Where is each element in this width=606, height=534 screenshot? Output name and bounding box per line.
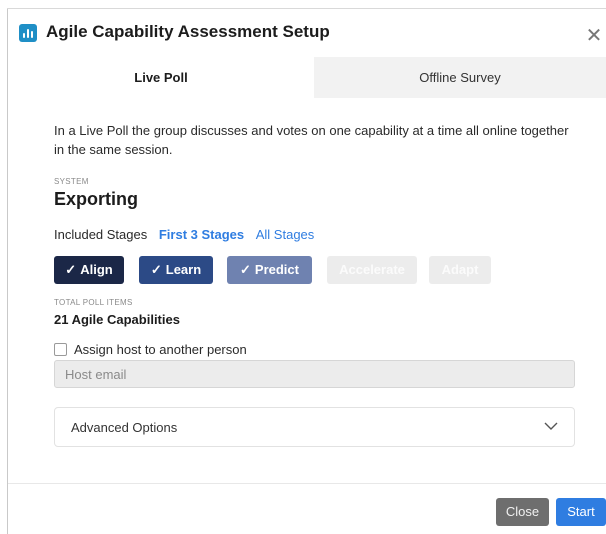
chevron-down-icon [544,422,558,430]
included-stages-row: Included Stages First 3 Stages All Stage… [54,227,314,242]
footer-divider [8,483,606,484]
stage-learn-button[interactable]: ✓ Learn [139,256,213,284]
stage-predict-button[interactable]: ✓ Predict [227,256,312,284]
tab-offline-survey[interactable]: Offline Survey [314,57,606,98]
stage-learn-label: Learn [165,262,202,277]
stage-align-button[interactable]: ✓ Align [54,256,124,284]
close-button[interactable]: Close [496,498,549,526]
stage-align-label: Align [80,262,113,277]
check-icon: ✓ [240,262,251,277]
tab-live-poll[interactable]: Live Poll [8,57,314,98]
check-icon: ✓ [65,262,77,277]
dialog-title: Agile Capability Assessment Setup [46,22,330,41]
all-stages-link[interactable]: All Stages [256,227,315,242]
assign-host-label: Assign host to another person [74,342,247,357]
assign-host-checkbox[interactable] [54,343,67,356]
setup-dialog: Agile Capability Assessment Setup ✕ Live… [8,9,606,534]
check-icon: ✓ [150,262,162,277]
first-3-stages-link[interactable]: First 3 Stages [159,227,244,242]
start-button[interactable]: Start [556,498,606,526]
included-stages-label: Included Stages [54,227,148,242]
total-poll-items-value: 21 Agile Capabilities [54,312,180,327]
bar-chart-icon [19,24,37,42]
system-name: Exporting [54,189,138,209]
intro-text: In a Live Poll the group discusses and v… [54,123,569,157]
system-label: SYSTEM [54,177,89,186]
close-icon[interactable]: ✕ [582,23,606,48]
advanced-options-label: Advanced Options [71,420,178,435]
host-email-input[interactable] [54,360,575,388]
stage-adapt-button[interactable]: Adapt [429,256,491,284]
advanced-options-dropdown[interactable]: Advanced Options [54,407,575,447]
stage-predict-label: Predict [254,262,299,277]
total-poll-items-label: TOTAL POLL ITEMS [54,298,133,307]
stage-accelerate-button[interactable]: Accelerate [327,256,417,284]
tab-bar: Live Poll Offline Survey [8,57,606,98]
dialog-header: Agile Capability Assessment Setup ✕ [8,9,606,58]
assign-host-row: Assign host to another person [54,342,247,357]
